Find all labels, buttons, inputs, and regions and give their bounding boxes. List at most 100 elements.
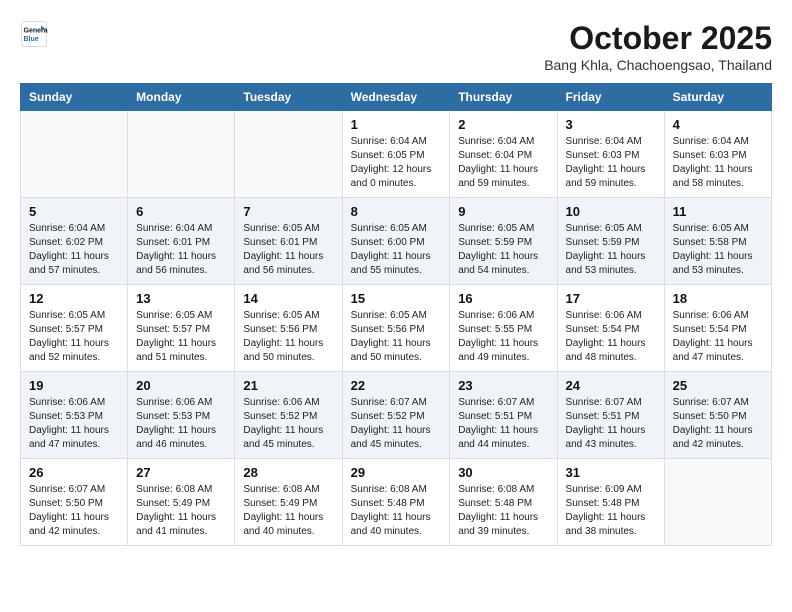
day-info: Sunrise: 6:06 AM Sunset: 5:54 PM Dayligh… <box>566 309 656 365</box>
day-number: 30 <box>458 465 548 480</box>
day-info: Sunrise: 6:08 AM Sunset: 5:49 PM Dayligh… <box>136 483 226 539</box>
calendar-day-cell: 1Sunrise: 6:04 AM Sunset: 6:05 PM Daylig… <box>342 111 450 198</box>
weekday-header: Friday <box>557 84 664 111</box>
day-info: Sunrise: 6:06 AM Sunset: 5:52 PM Dayligh… <box>243 396 333 452</box>
calendar-day-cell: 10 Sunrise: 6:05 AM Sunset: 5:59 PM Dayli… <box>557 198 664 285</box>
day-info: Sunrise: 6:07 AM Sunset: 5:51 PM Dayligh… <box>458 396 548 452</box>
weekday-header: Thursday <box>450 84 557 111</box>
day-number: 28 <box>243 465 333 480</box>
day-number: 10 <box>566 204 656 219</box>
day-number: 11 <box>673 204 763 219</box>
calendar-day-cell: 9 Sunrise: 6:05 AM Sunset: 5:59 PM Daylig… <box>450 198 557 285</box>
calendar-day-cell: 18 Sunrise: 6:06 AM Sunset: 5:54 PM Dayli… <box>664 285 771 372</box>
day-info: Sunrise: 6:08 AM Sunset: 5:48 PM Dayligh… <box>458 483 548 539</box>
day-number: 23 <box>458 378 548 393</box>
day-info: Sunrise: 6:06 AM Sunset: 5:53 PM Dayligh… <box>29 396 119 452</box>
calendar-day-cell: 22Sunrise: 6:07 AM Sunset: 5:52 PM Dayli… <box>342 372 450 459</box>
day-number: 8 <box>351 204 442 219</box>
day-info: Sunrise: 6:04 AM Sunset: 6:04 PM Dayligh… <box>458 135 548 191</box>
calendar-week-row: 19 Sunrise: 6:06 AM Sunset: 5:53 PM Dayli… <box>21 372 772 459</box>
calendar-day-cell: 20Sunrise: 6:06 AM Sunset: 5:53 PM Dayli… <box>128 372 235 459</box>
calendar-day-cell <box>664 459 771 546</box>
calendar-day-cell: 4 Sunrise: 6:04 AM Sunset: 6:03 PM Daylig… <box>664 111 771 198</box>
day-info: Sunrise: 6:06 AM Sunset: 5:54 PM Dayligh… <box>673 309 763 365</box>
location: Bang Khla, Chachoengsao, Thailand <box>544 57 772 73</box>
day-info: Sunrise: 6:06 AM Sunset: 5:55 PM Dayligh… <box>458 309 548 365</box>
day-number: 19 <box>29 378 119 393</box>
calendar-day-cell: 30 Sunrise: 6:08 AM Sunset: 5:48 PM Dayli… <box>450 459 557 546</box>
day-info: Sunrise: 6:05 AM Sunset: 6:01 PM Dayligh… <box>243 222 333 278</box>
day-info: Sunrise: 6:05 AM Sunset: 5:58 PM Dayligh… <box>673 222 763 278</box>
day-info: Sunrise: 6:08 AM Sunset: 5:49 PM Dayligh… <box>243 483 333 539</box>
day-info: Sunrise: 6:05 AM Sunset: 5:56 PM Dayligh… <box>243 309 333 365</box>
month-title: October 2025 <box>544 20 772 57</box>
day-info: Sunrise: 6:05 AM Sunset: 5:59 PM Dayligh… <box>566 222 656 278</box>
calendar-day-cell: 3 Sunrise: 6:04 AM Sunset: 6:03 PM Daylig… <box>557 111 664 198</box>
calendar-day-cell: 15Sunrise: 6:05 AM Sunset: 5:56 PM Dayli… <box>342 285 450 372</box>
day-info: Sunrise: 6:04 AM Sunset: 6:05 PM Dayligh… <box>351 135 442 191</box>
day-number: 26 <box>29 465 119 480</box>
day-number: 12 <box>29 291 119 306</box>
day-number: 24 <box>566 378 656 393</box>
day-number: 25 <box>673 378 763 393</box>
day-info: Sunrise: 6:05 AM Sunset: 6:00 PM Dayligh… <box>351 222 442 278</box>
calendar-day-cell: 31Sunrise: 6:09 AM Sunset: 5:48 PM Dayli… <box>557 459 664 546</box>
calendar-day-cell <box>235 111 342 198</box>
title-block: October 2025 Bang Khla, Chachoengsao, Th… <box>544 20 772 73</box>
day-info: Sunrise: 6:05 AM Sunset: 5:57 PM Dayligh… <box>136 309 226 365</box>
day-number: 14 <box>243 291 333 306</box>
calendar-day-cell: 21 Sunrise: 6:06 AM Sunset: 5:52 PM Dayli… <box>235 372 342 459</box>
day-info: Sunrise: 6:05 AM Sunset: 5:59 PM Dayligh… <box>458 222 548 278</box>
weekday-header: Tuesday <box>235 84 342 111</box>
weekday-header: Sunday <box>21 84 128 111</box>
page-header: General Blue October 2025 Bang Khla, Cha… <box>20 20 772 73</box>
calendar-week-row: 26 Sunrise: 6:07 AM Sunset: 5:50 PM Dayli… <box>21 459 772 546</box>
weekday-header-row: SundayMondayTuesdayWednesdayThursdayFrid… <box>21 84 772 111</box>
calendar-day-cell: 14 Sunrise: 6:05 AM Sunset: 5:56 PM Dayli… <box>235 285 342 372</box>
calendar-day-cell: 7 Sunrise: 6:05 AM Sunset: 6:01 PM Daylig… <box>235 198 342 285</box>
day-number: 9 <box>458 204 548 219</box>
calendar-day-cell: 13 Sunrise: 6:05 AM Sunset: 5:57 PM Dayli… <box>128 285 235 372</box>
weekday-header: Saturday <box>664 84 771 111</box>
day-number: 27 <box>136 465 226 480</box>
day-number: 5 <box>29 204 119 219</box>
day-number: 3 <box>566 117 656 132</box>
day-info: Sunrise: 6:04 AM Sunset: 6:03 PM Dayligh… <box>673 135 763 191</box>
day-info: Sunrise: 6:04 AM Sunset: 6:02 PM Dayligh… <box>29 222 119 278</box>
day-info: Sunrise: 6:06 AM Sunset: 5:53 PM Dayligh… <box>136 396 226 452</box>
calendar-week-row: 1Sunrise: 6:04 AM Sunset: 6:05 PM Daylig… <box>21 111 772 198</box>
calendar-day-cell <box>21 111 128 198</box>
calendar-day-cell <box>128 111 235 198</box>
day-number: 7 <box>243 204 333 219</box>
day-number: 21 <box>243 378 333 393</box>
day-info: Sunrise: 6:04 AM Sunset: 6:01 PM Dayligh… <box>136 222 226 278</box>
day-info: Sunrise: 6:07 AM Sunset: 5:50 PM Dayligh… <box>29 483 119 539</box>
calendar-day-cell: 23 Sunrise: 6:07 AM Sunset: 5:51 PM Dayli… <box>450 372 557 459</box>
day-number: 29 <box>351 465 442 480</box>
day-number: 6 <box>136 204 226 219</box>
calendar-day-cell: 2 Sunrise: 6:04 AM Sunset: 6:04 PM Daylig… <box>450 111 557 198</box>
logo-icon: General Blue <box>20 20 48 48</box>
day-info: Sunrise: 6:07 AM Sunset: 5:52 PM Dayligh… <box>351 396 442 452</box>
calendar-day-cell: 17Sunrise: 6:06 AM Sunset: 5:54 PM Dayli… <box>557 285 664 372</box>
day-info: Sunrise: 6:07 AM Sunset: 5:50 PM Dayligh… <box>673 396 763 452</box>
weekday-header: Wednesday <box>342 84 450 111</box>
calendar-day-cell: 27 Sunrise: 6:08 AM Sunset: 5:49 PM Dayli… <box>128 459 235 546</box>
calendar-week-row: 12 Sunrise: 6:05 AM Sunset: 5:57 PM Dayli… <box>21 285 772 372</box>
day-info: Sunrise: 6:05 AM Sunset: 5:57 PM Dayligh… <box>29 309 119 365</box>
calendar-day-cell: 28 Sunrise: 6:08 AM Sunset: 5:49 PM Dayli… <box>235 459 342 546</box>
day-info: Sunrise: 6:05 AM Sunset: 5:56 PM Dayligh… <box>351 309 442 365</box>
calendar-day-cell: 25 Sunrise: 6:07 AM Sunset: 5:50 PM Dayli… <box>664 372 771 459</box>
calendar-table: SundayMondayTuesdayWednesdayThursdayFrid… <box>20 83 772 546</box>
calendar-day-cell: 12 Sunrise: 6:05 AM Sunset: 5:57 PM Dayli… <box>21 285 128 372</box>
day-info: Sunrise: 6:08 AM Sunset: 5:48 PM Dayligh… <box>351 483 442 539</box>
day-info: Sunrise: 6:07 AM Sunset: 5:51 PM Dayligh… <box>566 396 656 452</box>
calendar-day-cell: 26 Sunrise: 6:07 AM Sunset: 5:50 PM Dayli… <box>21 459 128 546</box>
day-number: 13 <box>136 291 226 306</box>
calendar-week-row: 5 Sunrise: 6:04 AM Sunset: 6:02 PM Daylig… <box>21 198 772 285</box>
logo: General Blue <box>20 20 48 48</box>
day-number: 2 <box>458 117 548 132</box>
day-info: Sunrise: 6:04 AM Sunset: 6:03 PM Dayligh… <box>566 135 656 191</box>
day-number: 4 <box>673 117 763 132</box>
day-number: 18 <box>673 291 763 306</box>
